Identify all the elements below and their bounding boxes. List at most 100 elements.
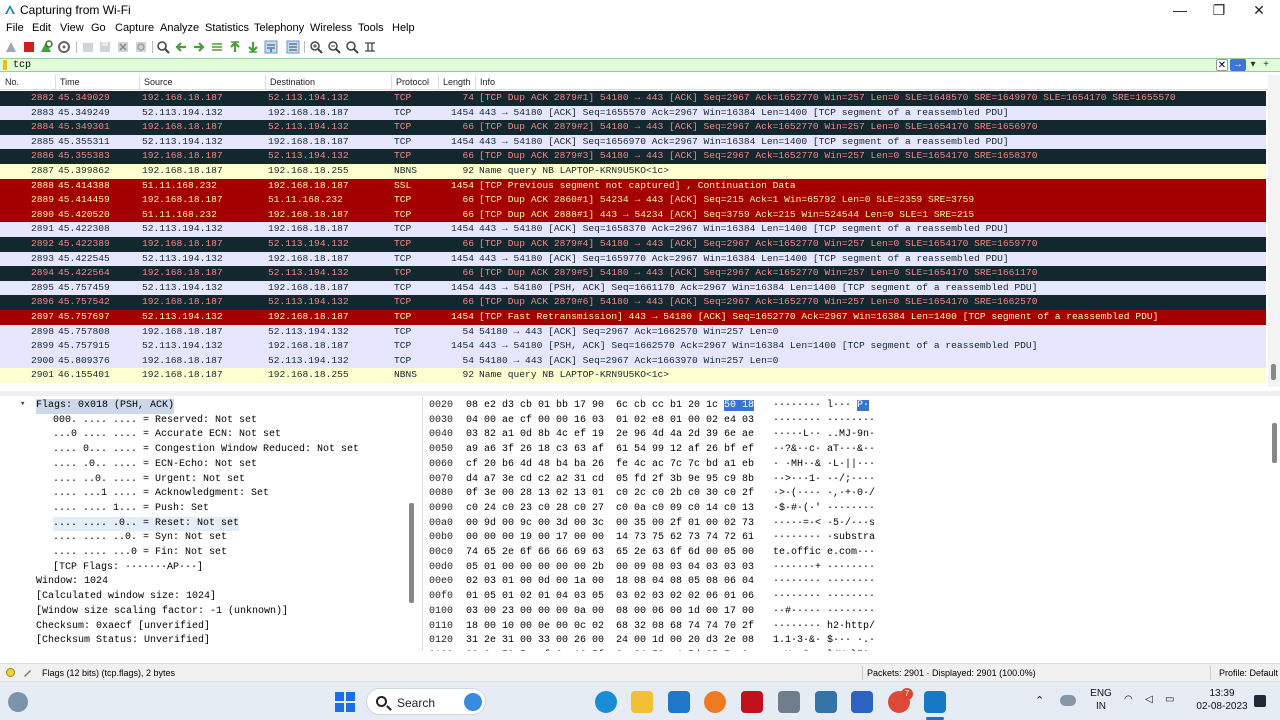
onedrive-icon[interactable] <box>1060 695 1076 706</box>
apply-filter-icon[interactable]: → <box>1230 59 1246 71</box>
menu-statistics[interactable]: Statistics <box>205 22 249 34</box>
tree-item[interactable]: [Calculated window size: 1024] <box>36 590 216 605</box>
store-icon[interactable] <box>851 691 873 713</box>
edge-icon[interactable] <box>595 691 617 713</box>
go-first-icon[interactable] <box>228 40 242 54</box>
menu-tools[interactable]: Tools <box>358 22 384 34</box>
column-time[interactable]: Time <box>60 77 80 87</box>
tree-collapse-icon[interactable]: ▾ <box>20 399 25 409</box>
menu-help[interactable]: Help <box>392 22 415 34</box>
mcafee-icon[interactable] <box>741 691 763 713</box>
bytes-scrollbar[interactable] <box>1268 397 1280 651</box>
tree-item[interactable]: [TCP Flags: ·······AP···] <box>53 561 203 576</box>
filter-history-dropdown[interactable]: ▾ <box>1248 59 1258 71</box>
scrollbar-thumb[interactable] <box>1272 423 1277 463</box>
edit-comment-icon[interactable] <box>22 667 33 678</box>
add-filter-button[interactable]: + <box>1260 59 1272 71</box>
packet-row[interactable]: 2895 45.757459 52.113.194.132 192.168.18.18… <box>0 280 1266 296</box>
packet-row[interactable]: 2888 45.414388 51.11.168.232 192.168.18.187… <box>0 178 1266 194</box>
language-region[interactable]: IN <box>1088 701 1114 712</box>
column-length[interactable]: Length <box>443 77 471 87</box>
restart-capture-icon[interactable] <box>39 40 53 54</box>
colorize-icon[interactable] <box>286 40 300 54</box>
tree-item[interactable]: 000. .... .... = Reserved: Not set <box>53 414 257 429</box>
go-to-packet-icon[interactable] <box>210 40 224 54</box>
packet-row[interactable]: 2884 45.349301 192.168.18.187 52.113.194.13… <box>0 120 1266 135</box>
tree-item[interactable]: .... 0... .... = Congestion Window Reduc… <box>53 443 359 458</box>
clock-time[interactable]: 13:39 <box>1192 688 1252 699</box>
notification-icon[interactable] <box>1254 695 1266 707</box>
wifi-icon[interactable]: ◠ <box>1124 694 1133 705</box>
clear-filter-icon[interactable]: ✕ <box>1216 59 1228 71</box>
shark-fin-icon[interactable] <box>4 40 18 54</box>
profile-text[interactable]: Profile: Default <box>1219 668 1278 678</box>
column-info[interactable]: Info <box>480 77 495 87</box>
autoscroll-icon[interactable] <box>264 40 278 54</box>
column-divider[interactable] <box>391 75 392 90</box>
find-packet-icon[interactable] <box>156 40 170 54</box>
capture-status-icon[interactable] <box>6 668 15 677</box>
close-file-icon[interactable] <box>116 40 130 54</box>
tree-item[interactable]: .... .... .0.. = Reset: Not set <box>53 516 240 532</box>
tree-item[interactable]: .... ...1 .... = Acknowledgment: Set <box>53 487 269 502</box>
packet-row[interactable]: 2890 45.420520 51.11.168.232 192.168.18.187… <box>0 207 1266 223</box>
tree-item[interactable]: .... .... ..0. = Syn: Not set <box>53 531 227 546</box>
packet-row[interactable]: 2882 45.349029 192.168.18.187 52.113.194.13… <box>0 91 1266 106</box>
language-indicator[interactable]: ENG <box>1088 688 1114 699</box>
camera-icon[interactable] <box>778 691 800 713</box>
menu-analyze[interactable]: Analyze <box>160 22 199 34</box>
tree-item[interactable]: .... ..0. .... = Urgent: Not set <box>53 473 245 488</box>
column-divider[interactable] <box>438 75 439 90</box>
packet-row[interactable]: 2889 45.414459 192.168.18.187 51.11.168.232… <box>0 193 1266 208</box>
tree-item[interactable]: Window: 1024 <box>36 575 108 590</box>
open-file-icon[interactable] <box>81 40 95 54</box>
normal-size-icon[interactable] <box>345 40 359 54</box>
zoom-in-icon[interactable] <box>309 40 323 54</box>
go-last-icon[interactable] <box>246 40 260 54</box>
tree-item[interactable]: [Checksum Status: Unverified] <box>36 634 210 649</box>
firefox-icon[interactable] <box>704 691 726 713</box>
maximize-button[interactable]: ❐ <box>1199 0 1239 20</box>
tree-item[interactable]: .... .0.. .... = ECN-Echo: Not set <box>53 458 257 473</box>
stop-capture-icon[interactable] <box>22 40 36 54</box>
menu-edit[interactable]: Edit <box>32 22 51 34</box>
wireshark-icon[interactable] <box>924 691 946 713</box>
tree-item[interactable]: .... .... 1... = Push: Set <box>53 502 209 517</box>
packet-row[interactable]: 2891 45.422308 52.113.194.132 192.168.18.18… <box>0 222 1266 237</box>
packet-row[interactable]: 2892 45.422389 192.168.18.187 52.113.194.13… <box>0 237 1266 252</box>
reload-file-icon[interactable] <box>134 40 148 54</box>
zoom-out-icon[interactable] <box>327 40 341 54</box>
packet-row[interactable]: 2893 45.422545 52.113.194.132 192.168.18.18… <box>0 251 1266 267</box>
menu-go[interactable]: Go <box>91 22 106 34</box>
packet-row[interactable]: 2896 45.757542 192.168.18.187 52.113.194.13… <box>0 295 1266 310</box>
save-file-icon[interactable] <box>98 40 112 54</box>
column-divider[interactable] <box>265 75 266 90</box>
tree-item[interactable]: [Window size scaling factor: -1 (unknown… <box>36 605 288 620</box>
packet-row[interactable]: 2900 45.809376 192.168.18.187 52.113.194.13… <box>0 353 1266 369</box>
column-no[interactable]: No. <box>5 77 19 87</box>
column-destination[interactable]: Destination <box>270 77 315 87</box>
scrollbar-thumb[interactable] <box>409 503 414 603</box>
python-icon[interactable] <box>815 691 837 713</box>
packet-row[interactable]: 2883 45.349249 52.113.194.132 192.168.18.18… <box>0 105 1266 121</box>
column-divider[interactable] <box>55 75 56 90</box>
packet-row[interactable]: 2898 45.757808 192.168.18.187 52.113.194.13… <box>0 324 1266 340</box>
menu-telephony[interactable]: Telephony <box>254 22 304 34</box>
capture-options-icon[interactable] <box>57 40 71 54</box>
menu-wireless[interactable]: Wireless <box>310 22 352 34</box>
copilot-icon[interactable] <box>464 693 482 711</box>
packet-row[interactable]: 2894 45.422564 192.168.18.187 52.113.194.13… <box>0 266 1266 281</box>
go-back-icon[interactable] <box>174 40 188 54</box>
windows-start-icon[interactable] <box>334 691 356 713</box>
packet-row[interactable]: 2887 45.399862 192.168.18.187 192.168.18.25… <box>0 164 1266 179</box>
tree-item[interactable]: Checksum: 0xaecf [unverified] <box>36 620 210 635</box>
bookmark-icon[interactable] <box>3 60 7 70</box>
chevron-up-icon[interactable]: ⌃ <box>1035 694 1044 707</box>
pane-splitter[interactable] <box>0 391 1280 396</box>
volume-icon[interactable]: ◁ <box>1145 694 1153 705</box>
packet-row[interactable]: 2897 45.757697 52.113.194.132 192.168.18.18… <box>0 310 1266 325</box>
tree-item[interactable]: ...0 .... .... = Accurate ECN: Not set <box>53 428 281 443</box>
close-button[interactable]: ✕ <box>1239 0 1279 20</box>
packet-row[interactable]: 2886 45.355383 192.168.18.187 52.113.194.13… <box>0 149 1266 164</box>
minimize-button[interactable]: — <box>1160 0 1200 20</box>
